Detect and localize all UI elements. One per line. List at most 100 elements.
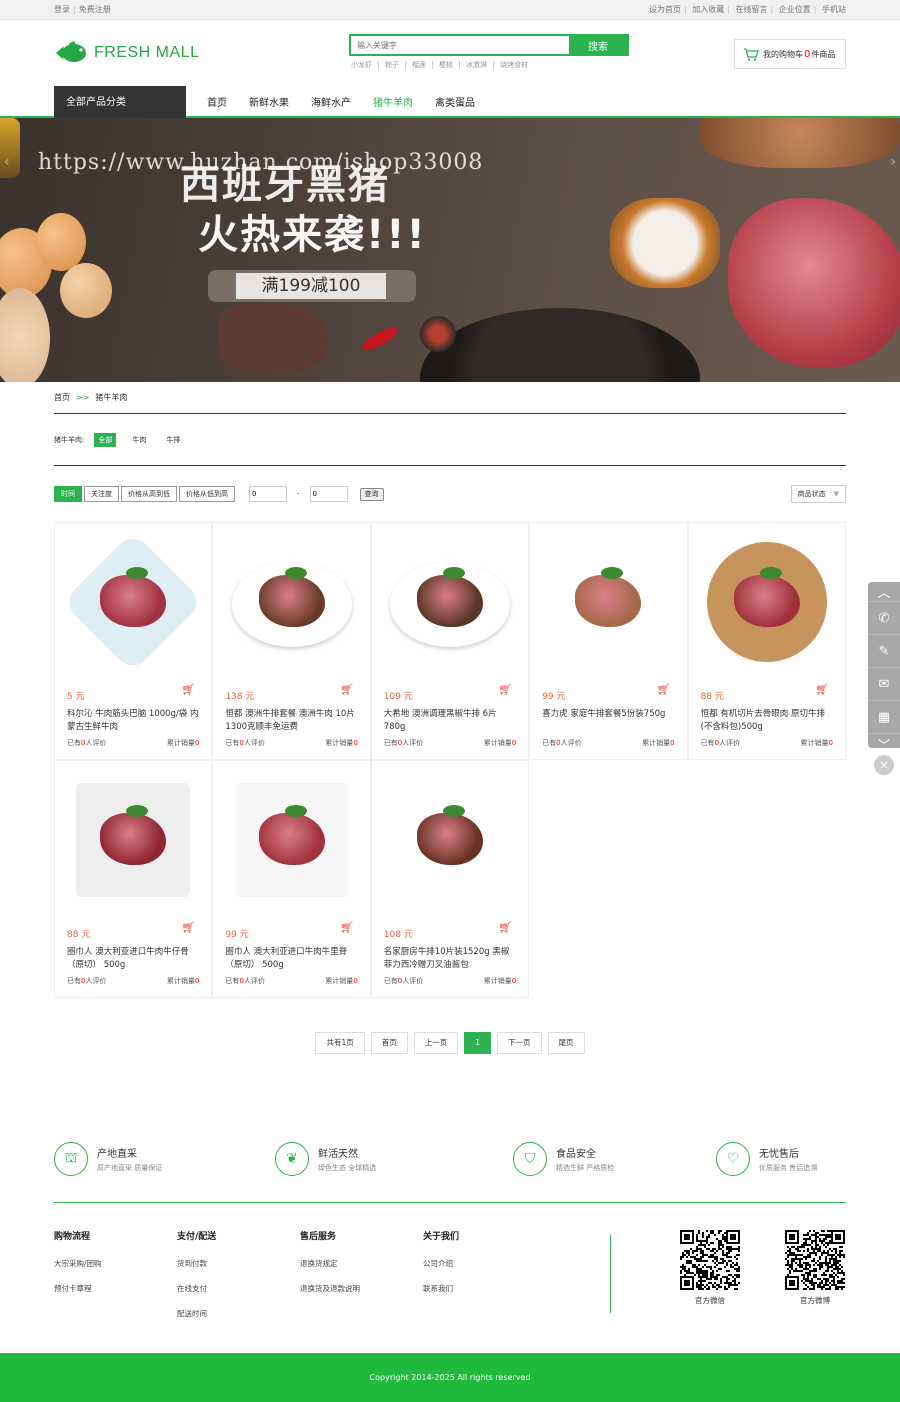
product-image[interactable] (227, 537, 357, 667)
all-categories-button[interactable]: 全部产品分类 (54, 86, 186, 118)
page-number-button[interactable]: 1 (464, 1032, 492, 1054)
footer-link[interactable]: 退换货及退款说明 (300, 1283, 423, 1294)
chevron-up-icon[interactable]: ︿ (868, 582, 900, 602)
add-to-cart-icon[interactable]: 🛒︎ (181, 921, 195, 934)
footer-column: 购物流程 大宗采购/团购 预付卡章程 (54, 1229, 177, 1329)
breadcrumb-current[interactable]: 猪牛羊肉 (95, 393, 127, 402)
product-card[interactable]: 99 元 🛒︎ 喜力虎 家庭牛排套餐5份装750g 已有0人评价 累计销量0 (529, 522, 688, 760)
mobile-site-link[interactable]: 手机站 (822, 5, 846, 14)
product-card[interactable]: 99 元 🛒︎ 圈巾人 澳大利亚进口牛肉牛里脊（原切） 500g 已有0人评价 … (212, 760, 371, 998)
sort-popularity-button[interactable]: 关注度 (84, 486, 119, 502)
search-input[interactable] (351, 36, 569, 54)
footer-link[interactable]: 联系我们 (423, 1283, 546, 1294)
page-next-button[interactable]: 下一页 (497, 1032, 542, 1054)
nav-item-seafood[interactable]: 海鲜水产 (300, 94, 362, 109)
register-link[interactable]: 免费注册 (79, 5, 111, 14)
nav-item-fruit[interactable]: 新鲜水果 (238, 94, 300, 109)
page-last-button[interactable]: 尾页 (547, 1032, 585, 1054)
filter-tag-all[interactable]: 全部 (94, 432, 117, 447)
add-to-cart-icon[interactable]: 🛒︎ (498, 921, 512, 934)
set-homepage-link[interactable]: 设为首页 (649, 5, 681, 14)
add-to-cart-icon[interactable]: 🛒︎ (340, 683, 354, 696)
product-card[interactable]: 108 元 🛒︎ 名家厨房牛排10片装1520g 黑椒 菲力西冷赠刀叉油酱包 已… (370, 760, 530, 998)
product-reviews: 已有0人评价 (384, 738, 423, 748)
product-image[interactable] (385, 775, 515, 905)
reviews-prefix: 已有 (225, 739, 240, 747)
add-favorite-link[interactable]: 加入收藏 (692, 5, 724, 14)
product-name[interactable]: 名家厨房牛排10片装1520g 黑椒 菲力西冷赠刀叉油酱包 (384, 946, 516, 972)
add-to-cart-icon[interactable]: 🛒︎ (181, 683, 195, 696)
hotword-link[interactable]: 小龙虾 (349, 61, 378, 69)
product-name[interactable]: 圈巾人 澳大利亚进口牛肉牛里脊（原切） 500g (225, 946, 357, 972)
nav-item-meat[interactable]: 猪牛羊肉 (362, 94, 424, 109)
map-icon[interactable]: ▦ (868, 701, 900, 734)
footer-link[interactable]: 大宗采购/团购 (54, 1258, 177, 1269)
footer-link[interactable]: 在线支付 (177, 1283, 300, 1294)
hotword-link[interactable]: 樱桃 (432, 61, 459, 69)
footer-link[interactable]: 配送时间 (177, 1308, 300, 1319)
sort-price-desc-button[interactable]: 价格从高到低 (121, 486, 177, 502)
hotword-link[interactable]: 榴莲 (405, 61, 432, 69)
add-to-cart-icon[interactable]: 🛒︎ (815, 683, 829, 696)
product-name[interactable]: 大希地 澳洲调理黑椒牛排 6片 780g (384, 708, 516, 734)
hotword-link[interactable]: 冰激淋 (459, 61, 493, 69)
product-image[interactable] (543, 537, 673, 667)
product-card[interactable]: 138 元 🛒︎ 恒都 澳洲牛排套餐 澳洲牛肉 10片1300克顺丰免运费 已有… (212, 522, 371, 760)
footer-link[interactable]: 预付卡章程 (54, 1283, 177, 1294)
breadcrumb: 首页 >> 猪牛羊肉 (54, 392, 846, 414)
product-name[interactable]: 恒都 澳洲牛排套餐 澳洲牛肉 10片1300克顺丰免运费 (225, 708, 357, 734)
cart-button[interactable]: 我的购物车 0 件商品 (734, 39, 846, 69)
product-image[interactable] (227, 775, 357, 905)
close-icon[interactable]: × (874, 755, 894, 775)
nav-item-poultry-eggs[interactable]: 禽类蛋品 (424, 94, 486, 109)
add-to-cart-icon[interactable]: 🛒︎ (498, 683, 512, 696)
add-to-cart-icon[interactable]: 🛒︎ (657, 683, 671, 696)
company-location-link[interactable]: 企业位置 (779, 5, 811, 14)
footer-link[interactable]: 公司介绍 (423, 1258, 546, 1269)
product-image[interactable] (702, 537, 832, 667)
product-name[interactable]: 科尔沁 牛肉筋头巴脑 1000g/袋 内蒙古生鲜牛肉 (67, 708, 199, 734)
online-message-link[interactable]: 在线留言 (736, 5, 768, 14)
product-card[interactable]: 88 元 🛒︎ 圈巾人 澳大利亚进口牛肉牛仔骨（原切） 500g 已有0人评价 … (54, 760, 213, 998)
product-price: 109 元 (383, 692, 413, 702)
footer-link[interactable]: 退换货规定 (300, 1258, 423, 1269)
banner-next-icon[interactable]: › (890, 154, 896, 170)
hotword-link[interactable]: 粽子 (378, 61, 405, 69)
product-price: 138 元 (225, 692, 255, 702)
logo[interactable]: FRESH MALL (54, 40, 199, 66)
product-card[interactable]: 5 元 🛒︎ 科尔沁 牛肉筋头巴脑 1000g/袋 内蒙古生鲜牛肉 已有0人评价… (54, 522, 213, 760)
sales-prefix: 累计销量 (325, 739, 354, 747)
product-state-select[interactable]: 商品状态 ▼ (790, 485, 846, 503)
banner-prev-icon[interactable]: ‹ (4, 154, 10, 170)
mail-icon[interactable]: ✉ (868, 668, 900, 701)
product-name[interactable]: 喜力虎 家庭牛排套餐5份装750g (542, 708, 674, 734)
price-query-button[interactable]: 查询 (359, 487, 384, 501)
search-button[interactable]: 搜索 (569, 36, 627, 54)
product-card[interactable]: 109 元 🛒︎ 大希地 澳洲调理黑椒牛排 6片 780g 已有0人评价 累计销… (370, 522, 530, 760)
footer-link[interactable]: 货到付款 (177, 1258, 300, 1269)
price-min-input[interactable] (249, 486, 287, 502)
hotword-link[interactable]: 烧烤食材 (493, 61, 534, 69)
chevron-down-icon[interactable]: ﹀ (868, 734, 900, 754)
page-first-button[interactable]: 首页 (370, 1032, 408, 1054)
promo-banner[interactable]: 西班牙黑猪 火热来袭!!! 满199减100 https://www.huzha… (0, 118, 900, 382)
login-link[interactable]: 登录 (54, 5, 70, 14)
add-to-cart-icon[interactable]: 🛒︎ (340, 921, 354, 934)
page-prev-button[interactable]: 上一页 (413, 1032, 459, 1054)
product-name[interactable]: 恒都 有机切片去骨眼肉 原切牛排(不含料包)500g (701, 708, 833, 734)
product-card[interactable]: 88 元 🛒︎ 恒都 有机切片去骨眼肉 原切牛排(不含料包)500g 已有0人评… (687, 522, 846, 760)
product-name[interactable]: 圈巾人 澳大利亚进口牛肉牛仔骨（原切） 500g (67, 946, 199, 972)
edit-icon[interactable]: ✎ (868, 635, 900, 668)
product-image[interactable] (68, 775, 198, 905)
product-sales: 累计销量0 (800, 738, 832, 748)
product-image[interactable] (62, 531, 204, 673)
sort-price-asc-button[interactable]: 价格从低到高 (179, 486, 235, 502)
nav-item-home[interactable]: 首页 (196, 94, 238, 109)
filter-tag-steak[interactable]: 牛排 (162, 433, 184, 447)
filter-tag-beef[interactable]: 牛肉 (128, 433, 150, 447)
sort-time-button[interactable]: 时间 (54, 486, 82, 502)
price-max-input[interactable] (309, 486, 348, 502)
product-image[interactable] (385, 537, 515, 667)
phone-icon[interactable]: ✆ (868, 602, 900, 635)
breadcrumb-home[interactable]: 首页 (54, 393, 70, 402)
